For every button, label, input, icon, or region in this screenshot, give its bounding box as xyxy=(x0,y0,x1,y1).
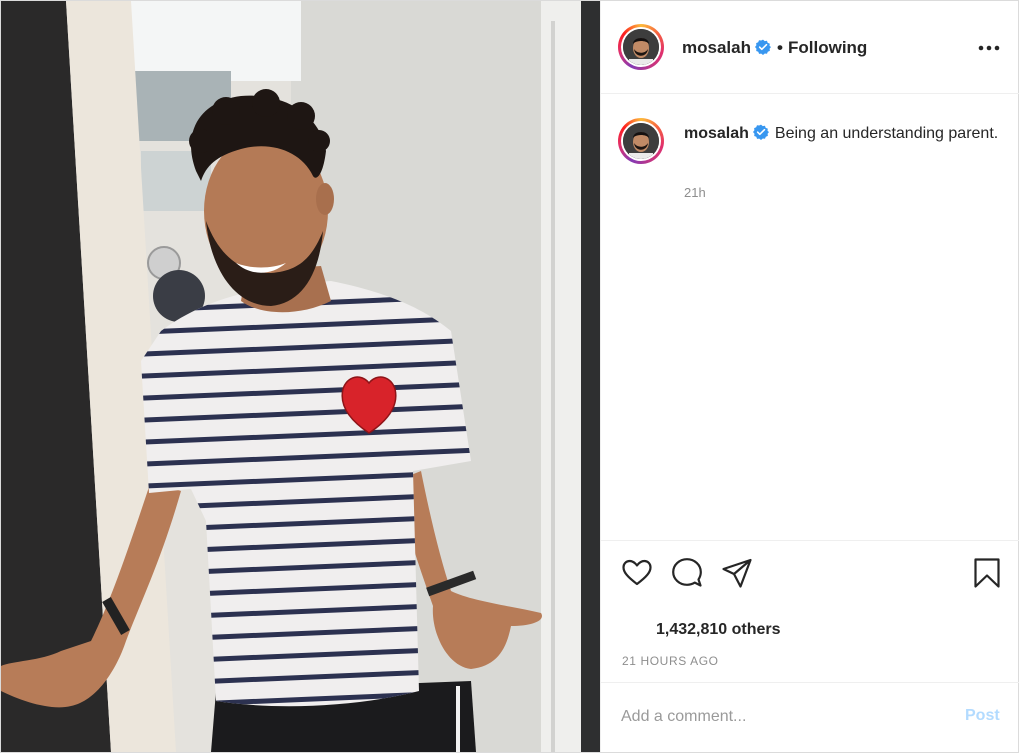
caption-timestamp[interactable]: 21h xyxy=(684,185,706,200)
comment-icon[interactable] xyxy=(671,557,703,589)
header-username[interactable]: mosalah xyxy=(682,38,751,57)
comment-input[interactable] xyxy=(621,705,941,729)
post-comment-button[interactable]: Post xyxy=(965,707,1000,725)
avatar-image xyxy=(623,29,659,65)
bookmark-icon[interactable] xyxy=(971,557,1003,589)
header-username-group: mosalah xyxy=(682,38,771,60)
post-image xyxy=(1,1,600,752)
more-horizontal-icon[interactable] xyxy=(977,39,1001,57)
avatar-image xyxy=(623,123,659,159)
caption-text-block: mosalah Being an understanding parent. xyxy=(684,122,1004,147)
post-time-ago[interactable]: 21 HOURS AGO xyxy=(622,654,719,668)
verified-badge-icon xyxy=(754,39,771,60)
post-actions: 1,432,810 others 21 HOURS AGO xyxy=(601,540,1019,683)
avatar[interactable] xyxy=(618,24,664,70)
post-side-panel: mosalah • Following mosalah Being an und… xyxy=(600,1,1019,753)
caption-avatar[interactable] xyxy=(618,118,664,164)
likes-count[interactable]: 1,432,810 others xyxy=(656,621,781,639)
following-button[interactable]: Following xyxy=(788,38,867,58)
add-comment-bar: Post xyxy=(601,682,1019,753)
post-dialog: mosalah • Following mosalah Being an und… xyxy=(0,0,1019,753)
caption-username[interactable]: mosalah xyxy=(684,125,749,142)
header-separator: • xyxy=(777,38,783,57)
post-photo[interactable] xyxy=(1,1,600,752)
post-header: mosalah • Following xyxy=(601,1,1019,94)
caption-text: Being an understanding parent. xyxy=(774,125,999,142)
paper-plane-icon[interactable] xyxy=(721,557,753,589)
verified-badge-icon xyxy=(752,124,769,147)
heart-icon[interactable] xyxy=(621,557,653,589)
